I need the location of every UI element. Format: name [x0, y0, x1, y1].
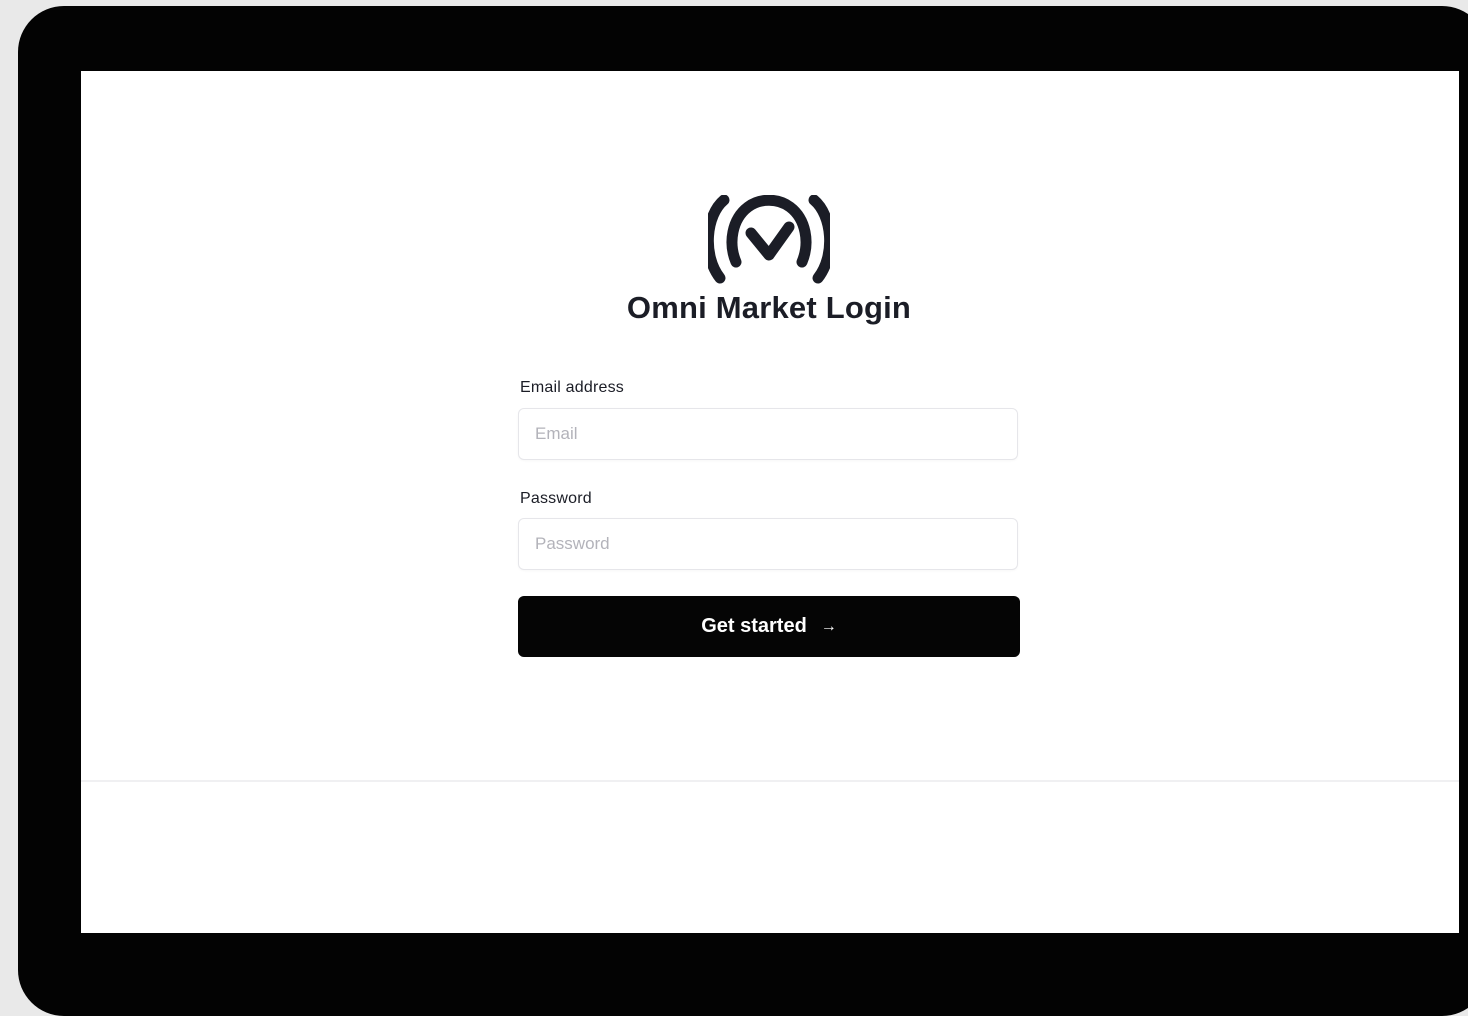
omni-market-logo-icon [708, 195, 830, 285]
password-label: Password [520, 490, 592, 507]
get-started-button[interactable]: Get started → [518, 596, 1020, 657]
login-screen: Omni Market Login Email address Password… [81, 71, 1459, 933]
arrow-right-icon: → [820, 617, 837, 635]
email-field[interactable] [518, 408, 1018, 460]
password-field[interactable] [518, 518, 1018, 570]
get-started-label: Get started [701, 615, 807, 637]
page-title: Omni Market Login [626, 290, 912, 325]
footer-divider [81, 780, 1459, 782]
email-label: Email address [520, 379, 624, 396]
laptop-bezel: Omni Market Login Email address Password… [18, 6, 1468, 1016]
